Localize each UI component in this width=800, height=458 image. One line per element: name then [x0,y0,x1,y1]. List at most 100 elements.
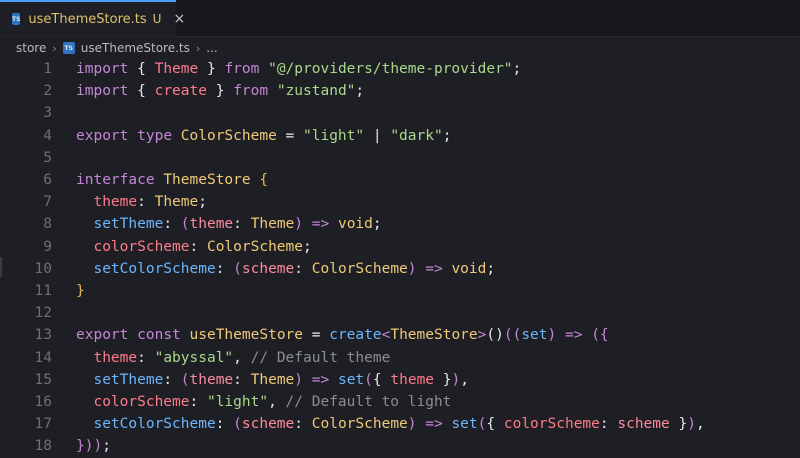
code-line[interactable]: 16 colorScheme: "light", // Default to l… [0,391,800,413]
code-token: } [198,61,225,77]
code-token: "abyssal" [154,349,234,366]
code-token: : [294,260,312,277]
code-token: { [259,172,269,188]
code-token: type [137,127,173,144]
code-token: ; [512,61,522,77]
code-line[interactable]: 5 [0,147,800,169]
code-line[interactable]: 2 import { create } from "zustand"; [0,80,800,102]
code-line[interactable]: 8 setTheme: (theme: Theme) => void; [0,213,800,235]
breadcrumb: store › TS useThemeStore.ts › ... [0,37,800,59]
code-text: } [76,280,85,302]
code-token: ; [372,216,382,233]
line-number: 18 [34,438,52,455]
code-token: "zustand" [276,83,356,100]
line-number: 10 [34,260,52,277]
code-token: export [76,127,129,144]
code-line[interactable]: 13 export const useThemeStore = create<Th… [0,324,800,346]
code-token: setTheme [93,371,164,388]
code-text: colorScheme: ColorScheme; [76,236,311,258]
code-token: ( [180,216,190,233]
code-token: scheme [241,260,295,277]
code-line[interactable]: 10 setColorScheme: (scheme: ColorScheme)… [0,258,800,280]
code-token: } [434,371,452,388]
code-token: ) [294,371,304,388]
code-line[interactable]: 14 theme: "abyssal", // Default theme [0,347,800,369]
code-line[interactable]: 17 setColorScheme: (scheme: ColorScheme)… [0,413,800,435]
line-number: 15 [34,371,52,388]
line-number: 4 [43,127,52,144]
breadcrumb-file[interactable]: useThemeStore.ts [81,41,190,55]
code-line[interactable]: 9 colorScheme: ColorScheme; [0,236,800,258]
code-token: theme [390,371,435,388]
code-token: : [137,194,155,211]
code-text: theme: "abyssal", // Default theme [76,347,390,369]
code-token: setColorScheme [93,260,216,277]
code-token: (( [503,327,522,344]
code-line[interactable]: 3 [0,102,800,124]
code-token: ColorScheme [206,238,303,255]
code-token: ; [102,438,111,455]
code-token: => [565,327,583,344]
code-text: import { create } from "zustand"; [76,80,364,102]
code-token: import [76,61,129,77]
code-token: : [233,216,251,233]
typescript-file-icon: TS [62,42,75,54]
code-token: , [460,371,469,388]
line-number: 14 [34,349,52,366]
tab-label: useThemeStore.ts [28,11,147,27]
code-line[interactable]: 1 import { Theme } from "@/providers/them… [0,58,800,80]
code-token: theme [189,216,234,233]
code-token: ColorScheme [180,127,277,144]
code-token: import [76,83,129,100]
line-number: 7 [43,194,52,211]
code-token: ( [233,260,242,277]
chevron-right-icon: › [52,41,57,55]
code-line[interactable]: 6 interface ThemeStore { [0,169,800,191]
code-line[interactable]: 11} [0,280,800,302]
line-number: 17 [34,416,52,433]
code-token: export [76,327,129,344]
code-token: ) [407,260,417,277]
line-number: 12 [34,305,52,322]
code-token: { [128,83,155,100]
code-token: "@/providers/theme-provider" [268,61,513,77]
breadcrumb-more[interactable]: ... [206,41,217,55]
code-token: : [599,416,618,433]
line-number: 5 [43,149,52,166]
breadcrumb-folder[interactable]: store [16,41,46,55]
code-token: // Default to light [285,394,452,410]
code-line[interactable]: 12 [0,302,800,324]
code-token: set [451,416,478,433]
code-editor[interactable]: 1 import { Theme } from "@/providers/them… [0,58,800,458]
code-token: => [425,260,443,277]
code-token: "light" [303,127,365,144]
code-token: ; [198,194,207,211]
code-text: setColorScheme: (scheme: ColorScheme) =>… [76,258,495,280]
close-icon[interactable]: × [173,11,185,27]
code-token: "dark" [390,127,443,144]
code-token: => [425,416,443,433]
code-line[interactable]: 15 setTheme: (theme: Theme) => set({ the… [0,369,800,391]
typescript-file-icon: TS [12,13,21,25]
code-token: set [337,371,365,388]
code-line[interactable]: 4 export type ColorScheme = "light" | "da… [0,125,800,147]
code-line[interactable]: 18})); [0,435,800,457]
code-token: = [303,327,330,344]
code-line[interactable]: 7 theme: Theme; [0,191,800,213]
tab-usethemestore[interactable]: TS useThemeStore.ts U × [0,0,185,36]
code-token: scheme [617,416,670,433]
untracked-badge: U [152,12,162,26]
code-text: setTheme: (theme: Theme) => void; [76,213,382,235]
code-token: } [206,83,234,100]
